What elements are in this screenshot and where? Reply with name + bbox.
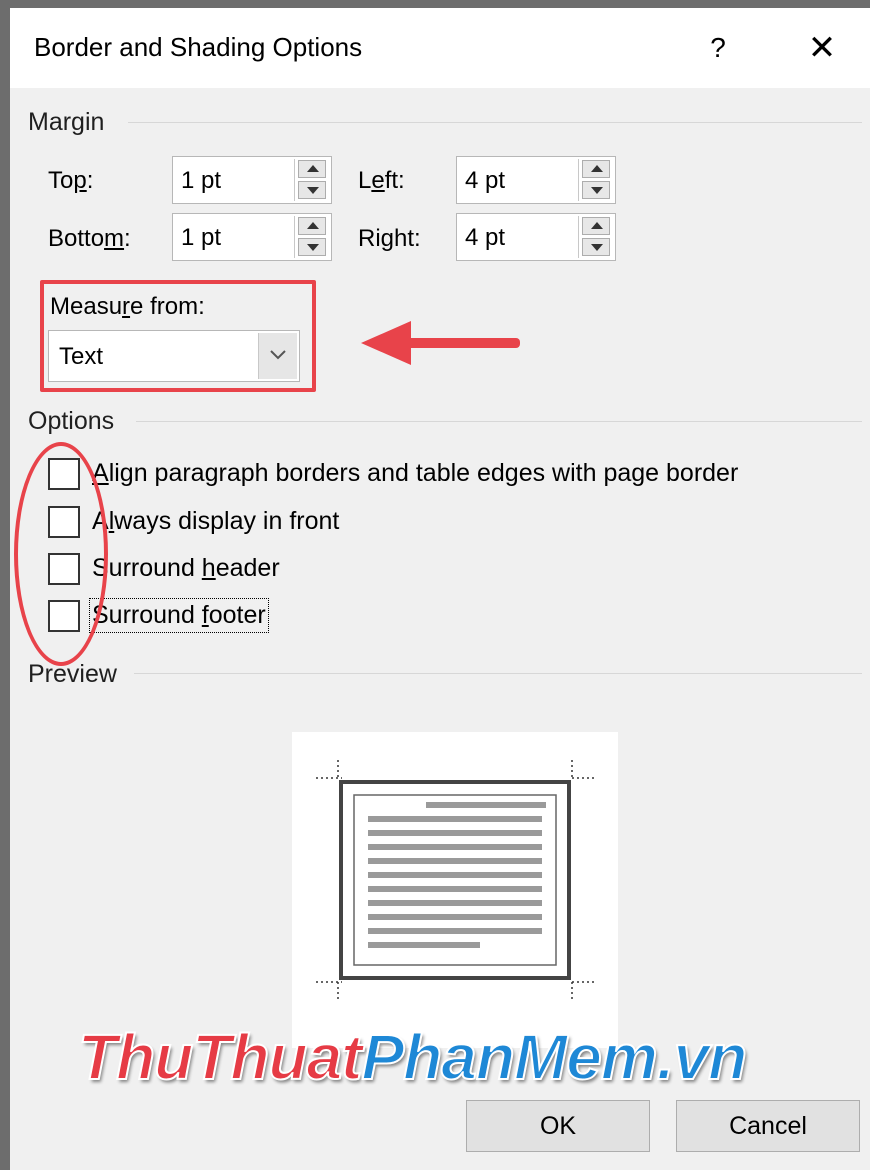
window-frame-top xyxy=(0,0,870,8)
annotation-highlight-box xyxy=(40,280,316,392)
preview-section-label: Preview xyxy=(28,660,117,688)
right-margin-spinner[interactable]: 4 pt xyxy=(456,213,616,261)
bottom-spin-up-icon[interactable] xyxy=(298,217,326,235)
page-border-preview-icon xyxy=(316,760,596,1002)
top-label: Top: xyxy=(48,167,94,194)
window-frame-left xyxy=(0,0,10,1170)
top-spin-buttons xyxy=(294,159,329,201)
title-bar: Border and Shading Options ? ✕ xyxy=(10,8,870,88)
bottom-spin-buttons xyxy=(294,216,329,258)
left-margin-spinner[interactable]: 4 pt xyxy=(456,156,616,204)
top-margin-spinner[interactable]: 1 pt xyxy=(172,156,332,204)
left-spin-up-icon[interactable] xyxy=(582,160,610,178)
top-spin-up-icon[interactable] xyxy=(298,160,326,178)
left-margin-value[interactable]: 4 pt xyxy=(465,167,505,195)
bottom-spin-down-icon[interactable] xyxy=(298,238,326,256)
top-margin-value[interactable]: 1 pt xyxy=(181,167,221,195)
bottom-margin-value[interactable]: 1 pt xyxy=(181,224,221,252)
bottom-margin-spinner[interactable]: 1 pt xyxy=(172,213,332,261)
options-divider xyxy=(136,421,862,422)
surround-header-label[interactable]: Surround header xyxy=(92,554,280,583)
cancel-button[interactable]: Cancel xyxy=(676,1100,860,1152)
surround-footer-label[interactable]: Surround footer xyxy=(89,598,269,633)
margin-divider xyxy=(128,122,862,123)
left-spin-buttons xyxy=(578,159,613,201)
top-spin-down-icon[interactable] xyxy=(298,181,326,199)
ok-button[interactable]: OK xyxy=(466,1100,650,1152)
right-label: Right: xyxy=(358,225,421,252)
right-spin-buttons xyxy=(578,216,613,258)
align-borders-label[interactable]: Align paragraph borders and table edges … xyxy=(92,459,738,488)
dialog-title: Border and Shading Options xyxy=(34,32,363,62)
left-label: Left: xyxy=(358,167,405,194)
right-margin-value[interactable]: 4 pt xyxy=(465,224,505,252)
annotation-highlight-ellipse xyxy=(14,442,108,666)
right-spin-down-icon[interactable] xyxy=(582,238,610,256)
left-spin-down-icon[interactable] xyxy=(582,181,610,199)
preview-area xyxy=(292,732,618,1048)
options-section-label: Options xyxy=(28,407,115,435)
margin-section-label: Margin xyxy=(28,108,105,136)
bottom-label: Bottom: xyxy=(48,225,131,252)
always-display-front-label[interactable]: Always display in front xyxy=(92,507,339,536)
site-watermark: ThuThuatPhanMem.vn xyxy=(77,1020,748,1094)
border-shading-dialog: Border and Shading Options ? ✕ Margin To… xyxy=(0,0,870,1170)
close-button[interactable]: ✕ xyxy=(800,26,844,70)
right-spin-up-icon[interactable] xyxy=(582,217,610,235)
help-button[interactable]: ? xyxy=(698,28,738,68)
annotation-arrow-icon xyxy=(361,321,520,365)
preview-divider xyxy=(134,673,862,674)
